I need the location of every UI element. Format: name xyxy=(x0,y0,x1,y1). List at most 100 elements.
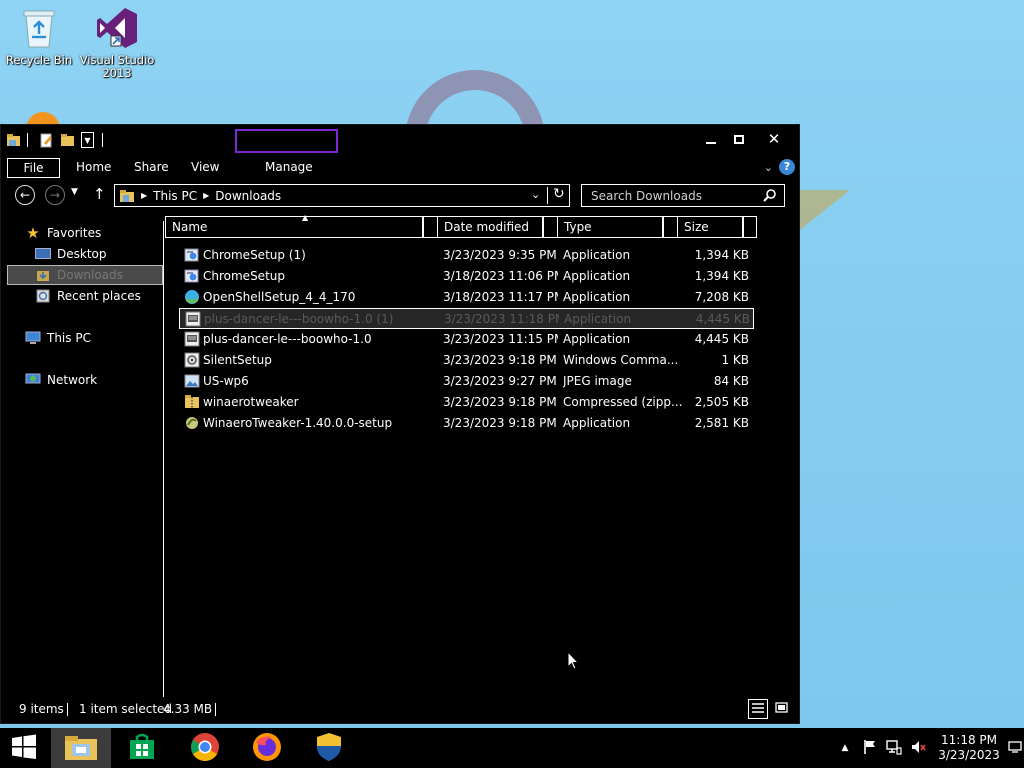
tab-view[interactable]: View xyxy=(185,158,225,178)
table-row[interactable]: winaerotweaker 3/23/2023 9:18 PM Compresse… xyxy=(179,392,754,413)
large-icons-view-button[interactable] xyxy=(771,699,791,719)
nav-favorites[interactable]: ★ Favorites xyxy=(25,223,101,243)
file-date: 3/23/2023 9:18 PM xyxy=(443,395,557,409)
volume-tray-button[interactable] xyxy=(908,728,928,768)
breadcrumb-this-pc[interactable]: This PC xyxy=(153,189,197,203)
file-image-icon xyxy=(184,373,200,389)
firefox-icon xyxy=(252,732,282,765)
column-resize-handle[interactable] xyxy=(743,216,757,238)
tab-manage[interactable]: Manage xyxy=(259,158,319,178)
wallpaper-wedge xyxy=(800,190,850,230)
column-header-size[interactable]: Size xyxy=(677,216,743,238)
column-resize-handle[interactable] xyxy=(543,216,558,238)
tab-file[interactable]: File xyxy=(7,158,60,178)
address-bar[interactable]: ▶ This PC ▶ Downloads ⌄ ↻ xyxy=(114,184,570,207)
status-divider xyxy=(215,703,216,716)
new-folder-icon[interactable] xyxy=(60,132,74,148)
file-date: 3/23/2023 11:15 PM xyxy=(443,332,558,346)
customize-quick-access-icon[interactable]: ▼ xyxy=(81,132,94,148)
file-date: 3/18/2023 11:06 PM xyxy=(443,269,558,283)
show-hidden-icons-button[interactable]: ▲ xyxy=(838,728,852,768)
search-input[interactable] xyxy=(591,188,761,203)
file-installer-icon xyxy=(184,247,200,263)
desktop-icon-visual-studio[interactable]: Visual Studio 2013 xyxy=(79,6,155,80)
taskbar-store[interactable] xyxy=(112,728,172,768)
breadcrumb-downloads[interactable]: Downloads xyxy=(215,189,281,203)
column-header-date[interactable]: Date modified xyxy=(437,216,543,238)
column-resize-handle[interactable] xyxy=(663,216,678,238)
file-explorer-window: ▼ ✕ File Home Share View Manage ⌄ ? ← → … xyxy=(0,124,800,724)
system-clock[interactable]: 11:18 PM 3/23/2023 xyxy=(934,733,1004,763)
file-name: WinaeroTweaker-1.40.0.0-setup xyxy=(203,416,393,430)
taskbar: ▲ 11:18 PM 3/23/2023 xyxy=(0,728,1024,768)
clock-time: 11:18 PM xyxy=(941,733,997,747)
taskbar-firefox[interactable] xyxy=(237,728,297,768)
windows-logo-icon xyxy=(11,734,37,763)
file-size: 4,445 KB xyxy=(694,332,749,346)
nav-this-pc[interactable]: This PC xyxy=(25,328,91,348)
nav-network[interactable]: Network xyxy=(25,370,97,390)
help-icon[interactable]: ? xyxy=(779,159,795,175)
table-row[interactable]: plus-dancer-le---boowho-1.0 3/23/2023 11:… xyxy=(179,329,754,350)
visual-studio-icon xyxy=(95,6,139,50)
expand-ribbon-icon[interactable]: ⌄ xyxy=(764,161,773,174)
show-desktop-button[interactable] xyxy=(1006,728,1024,768)
maximize-button[interactable] xyxy=(722,127,756,151)
up-button[interactable]: ↑ xyxy=(93,185,106,203)
table-row[interactable]: plus-dancer-le---boowho-1.0 (1) 3/23/2023… xyxy=(179,308,754,329)
recent-places-icon xyxy=(35,289,51,303)
nav-recent-places[interactable]: Recent places xyxy=(35,286,141,306)
nav-desktop[interactable]: Desktop xyxy=(35,244,107,264)
taskbar-security[interactable] xyxy=(299,728,359,768)
file-type: JPEG image xyxy=(563,374,632,388)
nav-downloads[interactable]: Downloads xyxy=(7,265,163,285)
file-exe-icon xyxy=(185,311,201,327)
file-winaero-icon xyxy=(184,415,200,431)
table-row[interactable]: US-wp6 3/23/2023 9:27 PM JPEG image 84 KB xyxy=(179,371,754,392)
clock-date: 3/23/2023 xyxy=(938,748,1000,762)
desktop-icon-label: Recycle Bin xyxy=(5,53,73,67)
file-type: Application xyxy=(564,312,632,326)
file-size: 1 KB xyxy=(721,353,749,367)
breadcrumb-separator-icon: ▶ xyxy=(141,191,148,200)
refresh-icon[interactable]: ↻ xyxy=(553,186,565,202)
volume-muted-icon xyxy=(910,739,926,758)
address-dropdown-icon[interactable]: ⌄ xyxy=(531,188,540,201)
table-row[interactable]: OpenShellSetup_4_4_170 3/18/2023 11:17 PM… xyxy=(179,287,754,308)
properties-icon[interactable] xyxy=(39,132,53,148)
desktop-icon-recycle-bin[interactable]: Recycle Bin xyxy=(1,6,77,67)
network-tray-button[interactable] xyxy=(884,728,904,768)
close-button[interactable]: ✕ xyxy=(757,127,791,151)
file-type: Windows Comma... xyxy=(563,353,679,367)
table-row[interactable]: WinaeroTweaker-1.40.0.0-setup 3/23/2023 9… xyxy=(179,413,754,434)
tab-home[interactable]: Home xyxy=(70,158,117,178)
desktop-icon-label: Visual Studio 2013 xyxy=(79,53,155,80)
forward-button[interactable]: → xyxy=(45,185,65,205)
taskbar-chrome[interactable] xyxy=(175,728,235,768)
back-button[interactable]: ← xyxy=(15,185,35,205)
search-box[interactable] xyxy=(581,184,785,207)
tab-share[interactable]: Share xyxy=(128,158,175,178)
arrow-left-icon: ← xyxy=(19,188,31,202)
table-row[interactable]: ChromeSetup 3/18/2023 11:06 PM Application… xyxy=(179,266,754,287)
action-center-flag[interactable] xyxy=(860,728,880,768)
table-row[interactable]: ChromeSetup (1) 3/23/2023 9:35 PM Applicat… xyxy=(179,245,754,266)
column-resize-handle[interactable] xyxy=(423,216,438,238)
star-icon: ★ xyxy=(26,224,40,242)
maximize-icon xyxy=(734,134,744,144)
file-date: 3/23/2023 9:27 PM xyxy=(443,374,557,388)
application-tools-tab-highlight[interactable] xyxy=(235,129,338,153)
column-header-type[interactable]: Type xyxy=(557,216,663,238)
recent-locations-dropdown[interactable]: ▼ xyxy=(71,187,78,197)
ribbon-tabs: File Home Share View Manage ⌄ ? xyxy=(1,155,801,178)
table-row[interactable]: SilentSetup 3/23/2023 9:18 PM Windows Comm… xyxy=(179,350,754,371)
taskbar-file-explorer[interactable] xyxy=(51,728,111,768)
explorer-app-icon[interactable] xyxy=(6,132,20,148)
title-bar[interactable]: ▼ ✕ xyxy=(1,125,801,155)
start-button[interactable] xyxy=(0,728,48,768)
details-view-button[interactable] xyxy=(748,699,768,719)
details-view-icon xyxy=(751,702,765,717)
column-header-name[interactable]: Name xyxy=(165,216,423,238)
search-icon[interactable] xyxy=(763,188,777,205)
network-tray-icon xyxy=(886,739,902,758)
